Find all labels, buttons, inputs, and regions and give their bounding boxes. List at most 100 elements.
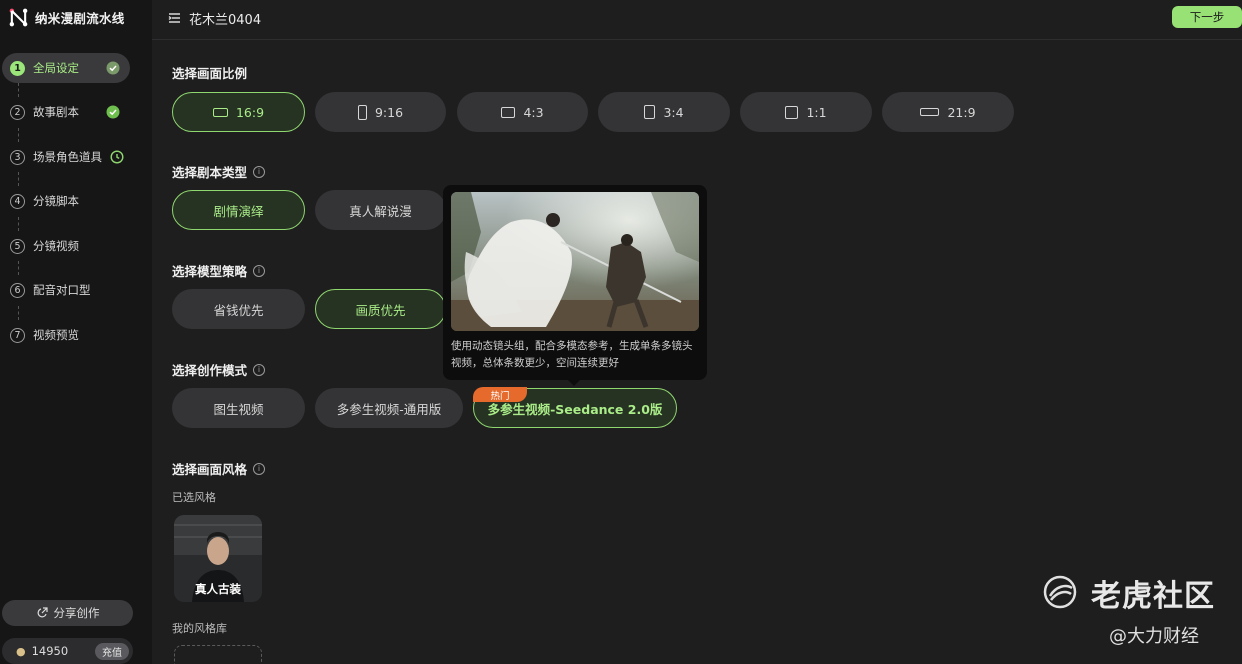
check-circle-icon (106, 61, 120, 75)
tooltip-description: 使用动态镜头组，配合多模态参考，生成单条多镜头视频，总体条数更少，空间连续更好 (451, 340, 693, 369)
mode-preview-tooltip: 使用动态镜头组，配合多模态参考，生成单条多镜头视频，总体条数更少，空间连续更好 (443, 185, 707, 386)
aspect-option-label: 21:9 (947, 104, 976, 120)
info-icon[interactable]: i (253, 264, 266, 277)
script-type-section-title: 选择剧本类型 i (172, 162, 266, 181)
step-connector (18, 83, 19, 97)
step-number: 5 (10, 238, 25, 254)
creation-mode-title-text: 选择创作模式 (172, 363, 248, 378)
share-creation-button[interactable]: 分享创作 (2, 600, 133, 626)
model-strategy-option-cost[interactable]: 省钱优先 (172, 289, 305, 329)
step-connector (18, 172, 19, 186)
step-label: 故事剧本 (33, 105, 79, 119)
collapse-menu-icon[interactable] (168, 11, 182, 25)
aspect-option-4-3[interactable]: 4:3 (457, 92, 588, 132)
script-type-option-live-narration[interactable]: 真人解说漫 (315, 190, 446, 230)
aspect-option-16-9[interactable]: 16:9 (172, 92, 305, 132)
step-label: 视频预览 (33, 328, 79, 342)
model-strategy-label: 画质优先 (355, 302, 406, 318)
aspect-option-label: 16:9 (235, 104, 265, 120)
step-connector (18, 261, 19, 275)
top-header: 花木兰0404 下一步 (152, 0, 1242, 40)
aspect-option-label: 9:16 (374, 104, 404, 120)
model-strategy-section-title: 选择模型策略 i (172, 261, 266, 280)
add-style-slot[interactable] (174, 645, 262, 664)
app-brand: 纳米漫剧流水线 (9, 7, 125, 27)
next-step-button[interactable]: 下一步 (1172, 6, 1242, 28)
ratio-4-3-icon (501, 106, 516, 118)
creation-mode-label: 图生视频 (213, 401, 264, 417)
step-number: 6 (10, 282, 25, 298)
model-strategy-option-quality[interactable]: 画质优先 (315, 289, 446, 329)
step-connector (18, 128, 19, 142)
aspect-option-1-1[interactable]: 1:1 (740, 92, 872, 132)
sidebar-step-storyboard-video[interactable]: 5 分镜视频 (2, 231, 130, 261)
step-number: 4 (10, 193, 25, 209)
script-type-option-drama[interactable]: 剧情演绎 (172, 190, 305, 230)
sidebar-step-dubbing-lipsync[interactable]: 6 配音对口型 (2, 275, 130, 305)
creation-mode-label: 多参生视频-通用版 (336, 401, 442, 417)
step-label: 配音对口型 (33, 283, 91, 297)
step-label: 分镜脚本 (33, 194, 79, 208)
sword-fight-preview-illustration (451, 192, 699, 331)
tooltip-arrow (567, 379, 581, 386)
creation-mode-option-multi-ref-general[interactable]: 多参生视频-通用版 (315, 388, 463, 428)
aspect-option-9-16[interactable]: 9:16 (315, 92, 446, 132)
style-title-text: 选择画面风格 (172, 462, 248, 477)
ultrawide-ratio-icon (920, 108, 940, 116)
project-title: 花木兰0404 (189, 13, 262, 28)
sidebar-step-global-settings[interactable]: 1 全局设定 (2, 53, 130, 83)
app-logo-icon (9, 8, 28, 26)
credits-balance: ● 14950 充值 (2, 638, 133, 664)
script-type-title-text: 选择剧本类型 (172, 165, 248, 180)
aspect-option-label: 4:3 (523, 104, 544, 120)
script-type-label: 剧情演绎 (213, 203, 264, 219)
app-title: 纳米漫剧流水线 (35, 10, 125, 26)
step-label: 全局设定 (33, 61, 79, 75)
info-icon[interactable]: i (253, 165, 266, 178)
step-number: 1 (10, 60, 25, 76)
ratio-3-4-icon (644, 105, 656, 119)
info-icon[interactable]: i (253, 363, 266, 376)
style-section-title: 选择画面风格 i (172, 459, 266, 478)
preview-image (451, 192, 699, 331)
creation-mode-section-title: 选择创作模式 i (172, 360, 266, 379)
coin-icon: ● (16, 644, 26, 658)
creation-mode-option-image-to-video[interactable]: 图生视频 (172, 388, 305, 428)
aspect-option-3-4[interactable]: 3:4 (598, 92, 730, 132)
style-library-label: 我的风格库 (172, 622, 227, 635)
aspect-option-label: 1:1 (806, 104, 827, 120)
aspect-option-21-9[interactable]: 21:9 (882, 92, 1014, 132)
check-circle-icon (106, 105, 120, 119)
landscape-ratio-icon (212, 107, 228, 117)
aspect-title-text: 选择画面比例 (172, 66, 248, 81)
info-icon[interactable]: i (253, 462, 266, 475)
watermark-source: @大力财经 (1109, 626, 1199, 647)
sidebar: 纳米漫剧流水线 1 全局设定 2 故事剧本 3 场景角色道具 4 分镜脚本 5 (0, 0, 152, 664)
watermark-brand: 老虎社区 (1091, 579, 1215, 614)
aspect-section-title: 选择画面比例 (172, 63, 247, 82)
sidebar-step-storyboard-script[interactable]: 4 分镜脚本 (2, 186, 130, 216)
step-label: 场景角色道具 (33, 150, 102, 164)
sidebar-step-video-preview[interactable]: 7 视频预览 (2, 320, 130, 350)
step-number: 3 (10, 149, 25, 165)
credits-value: 14950 (31, 644, 69, 658)
step-label: 分镜视频 (33, 239, 79, 253)
style-card-label: 真人古装 (195, 582, 241, 596)
hot-badge: 热门 (473, 387, 527, 402)
aspect-option-label: 3:4 (663, 104, 684, 120)
style-card-costume[interactable]: 真人古装 (174, 515, 262, 602)
step-connector (18, 217, 19, 231)
clock-icon (110, 150, 124, 164)
share-label: 分享创作 (53, 606, 100, 620)
sidebar-step-story-script[interactable]: 2 故事剧本 (2, 97, 130, 127)
model-strategy-title-text: 选择模型策略 (172, 264, 248, 279)
step-connector (18, 306, 19, 320)
sidebar-step-scene-characters[interactable]: 3 场景角色道具 (2, 142, 130, 172)
step-number: 2 (10, 104, 25, 120)
square-ratio-icon (785, 105, 799, 119)
watermark-logo-icon (1043, 575, 1077, 609)
topup-button[interactable]: 充值 (95, 643, 129, 660)
step-number: 7 (10, 327, 25, 343)
script-type-label: 真人解说漫 (349, 203, 412, 219)
portrait-ratio-icon (357, 104, 367, 120)
